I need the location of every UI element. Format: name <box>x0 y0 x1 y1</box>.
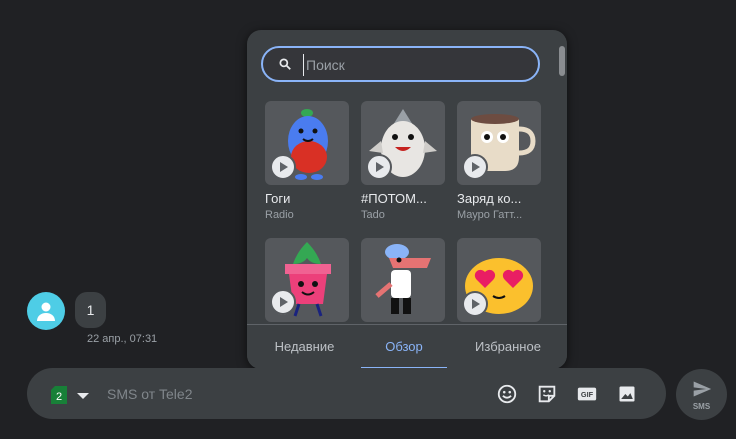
sim-number: 2 <box>56 391 62 403</box>
message-bubble[interactable]: 1 <box>75 292 106 328</box>
search-icon <box>279 58 291 70</box>
tab-label: Избранное <box>475 339 541 354</box>
sticker-author: Radio <box>265 209 294 221</box>
chevron-down-icon[interactable] <box>77 392 89 400</box>
sticker-panel: Гоги Radio #ПОТОМ... Tado <box>247 30 567 369</box>
sticker-preview <box>265 101 349 185</box>
search-input[interactable] <box>303 54 528 76</box>
avatar[interactable] <box>27 292 65 330</box>
sticker-author: Мауро Гатт... <box>457 209 523 221</box>
gif-icon[interactable]: GIF <box>575 382 599 406</box>
play-icon[interactable] <box>462 291 488 317</box>
sticker-potom[interactable]: #ПОТОМ... Tado <box>361 101 445 221</box>
compose-bar: 2 SMS от Tele2 GIF <box>27 368 666 419</box>
sim-selector[interactable]: 2 <box>51 386 67 409</box>
sticker-preview <box>457 238 541 322</box>
sticker-icon[interactable] <box>535 382 559 406</box>
send-button[interactable]: SMS <box>676 369 727 420</box>
image-icon[interactable] <box>615 382 639 406</box>
sticker-preview <box>457 101 541 185</box>
tab-recent[interactable]: Недавние <box>257 325 352 369</box>
play-icon[interactable] <box>270 289 296 315</box>
tab-label: Обзор <box>385 339 423 354</box>
scrollbar[interactable] <box>559 46 565 76</box>
sticker-crocodile[interactable] <box>361 238 445 322</box>
send-icon <box>693 381 712 397</box>
tab-label: Недавние <box>274 339 335 354</box>
sticker-name: #ПОТОМ... <box>361 191 427 206</box>
sticker-search-box[interactable] <box>261 46 540 82</box>
sticker-heart-eyes[interactable] <box>457 238 541 322</box>
send-label: SMS <box>692 402 711 411</box>
sticker-name: Заряд ко... <box>457 191 522 206</box>
message-input[interactable]: SMS от Tele2 <box>107 386 192 402</box>
crocodile-sticker-image <box>375 244 431 314</box>
play-icon[interactable] <box>462 154 488 180</box>
sticker-name: Гоги <box>265 191 291 206</box>
tab-browse[interactable]: Обзор <box>361 325 447 369</box>
play-icon[interactable] <box>270 154 296 180</box>
play-icon[interactable] <box>366 154 392 180</box>
sticker-coffee[interactable]: Заряд ко... Мауро Гатт... <box>457 101 541 221</box>
emoji-icon[interactable] <box>495 382 519 406</box>
tab-favorites[interactable]: Избранное <box>459 325 557 369</box>
message-timestamp: 22 апр., 07:31 <box>87 333 158 345</box>
sticker-goga[interactable]: Гоги Radio <box>265 101 349 221</box>
sticker-tabs: Недавние Обзор Избранное <box>247 324 567 369</box>
message-text: 1 <box>86 302 95 318</box>
sim-card-icon: 2 <box>51 386 67 404</box>
sticker-author: Tado <box>361 209 385 221</box>
sticker-preview <box>361 238 445 322</box>
person-icon <box>37 302 55 321</box>
svg-text:GIF: GIF <box>581 390 594 399</box>
sticker-preview <box>361 101 445 185</box>
